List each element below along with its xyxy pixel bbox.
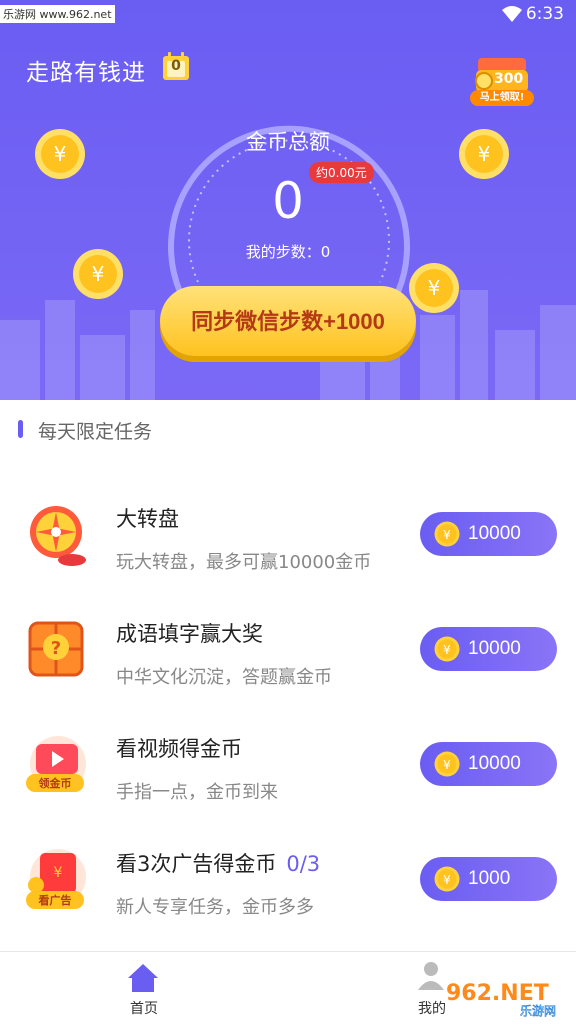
svg-text:¥: ¥ [443,528,451,542]
svg-text:¥: ¥ [54,142,67,166]
task-title-text: 大转盘 [116,507,179,531]
svg-text:¥: ¥ [428,276,441,300]
gift-claim-tag[interactable]: 马上领取! [470,90,534,106]
video-badge-text: 领金币 [38,776,72,790]
site-watermark: 乐游网 www.962.net [0,5,115,23]
video-icon: 领金币 [26,736,86,792]
task-title: 成语填字赢大奖 [116,618,273,648]
task-progress: 0/3 [286,852,321,876]
coin-icon: ¥ [434,866,460,892]
sync-wechat-steps-button[interactable]: 同步微信步数+1000 [160,286,416,356]
svg-text:¥: ¥ [54,865,63,881]
task-title-text: 看3次广告得金币 [116,852,277,876]
nav-home-label: 首页 [130,1001,158,1017]
task-row[interactable]: 领金币 看视频得金币 手指一点，金币到来 ¥ 10000 [0,708,576,823]
app-title: 走路有钱进 [26,60,146,86]
ad-icon: ¥ 看广告 [26,849,86,909]
svg-text:¥: ¥ [478,142,491,166]
corner-watermark: 962.NET 乐游网 [446,981,556,1018]
floating-coin-icon[interactable]: ¥ [34,128,86,180]
coin-icon: ¥ [434,521,460,547]
task-row[interactable]: ? 成语填字赢大奖 中华文化沉淀，答题赢金币 ¥ 10000 [0,593,576,708]
svg-text:¥: ¥ [443,758,451,772]
task-title: 看3次广告得金币 0/3 [116,848,320,878]
svg-text:¥: ¥ [443,643,451,657]
coin-icon: ¥ [434,636,460,662]
wheel-icon [30,506,86,566]
wifi-icon [502,6,522,22]
home-icon [128,964,158,992]
floating-coin-icon[interactable]: ¥ [408,262,460,314]
svg-text:?: ? [51,638,61,659]
task-reward-button[interactable]: ¥ 10000 [420,742,557,786]
floating-coin-icon[interactable]: ¥ [458,128,510,180]
task-title-text: 成语填字赢大奖 [116,622,263,646]
reward-value: 10000 [468,753,521,774]
corner-watermark-sub: 乐游网 [520,1004,556,1018]
reward-value: 1000 [468,868,511,889]
task-desc: 中华文化沉淀，答题赢金币 [116,667,332,688]
task-row[interactable]: 大转盘 玩大转盘，最多可赢10000金币 ¥ 10000 [0,478,576,593]
corner-watermark-text: 962.NET [446,981,549,1006]
ad-badge-text: 看广告 [39,893,72,907]
task-title: 大转盘 [116,503,189,533]
section-accent-bar [18,420,23,438]
task-desc: 手指一点，金币到来 [116,782,278,803]
reward-value: 10000 [468,638,521,659]
task-reward-button[interactable]: ¥ 1000 [420,857,557,901]
svg-text:¥: ¥ [92,262,105,286]
coin-icon: ¥ [434,751,460,777]
quiz-icon: ? [28,621,84,677]
clock: 6:33 [525,4,564,24]
tasks-section-title: 每天限定任务 [38,421,153,443]
task-title-text: 看视频得金币 [116,737,242,761]
task-desc: 新人专享任务，金币多多 [116,897,314,918]
status-bar: 乐游网 www.962.net 6:33 [0,0,576,30]
svg-text:¥: ¥ [443,873,451,887]
task-desc: 玩大转盘，最多可赢10000金币 [116,552,372,573]
floating-coin-icon[interactable]: ¥ [72,248,124,300]
task-reward-button[interactable]: ¥ 10000 [420,627,557,671]
gold-total-value: 0 [272,172,304,230]
nav-home[interactable]: 首页 [84,952,204,1025]
reward-value: 10000 [468,523,521,544]
calendar-count: 0 [171,58,181,74]
task-reward-button[interactable]: ¥ 10000 [420,512,557,556]
task-row[interactable]: ¥ 看广告 看3次广告得金币 0/3 新人专享任务，金币多多 ¥ 1000 [0,823,576,938]
task-title: 看视频得金币 [116,733,252,763]
header-banner: 乐游网 www.962.net 6:33 走路有钱进 0 300 马上领取! 金… [0,0,576,400]
gift-amount: 300 [494,71,524,87]
